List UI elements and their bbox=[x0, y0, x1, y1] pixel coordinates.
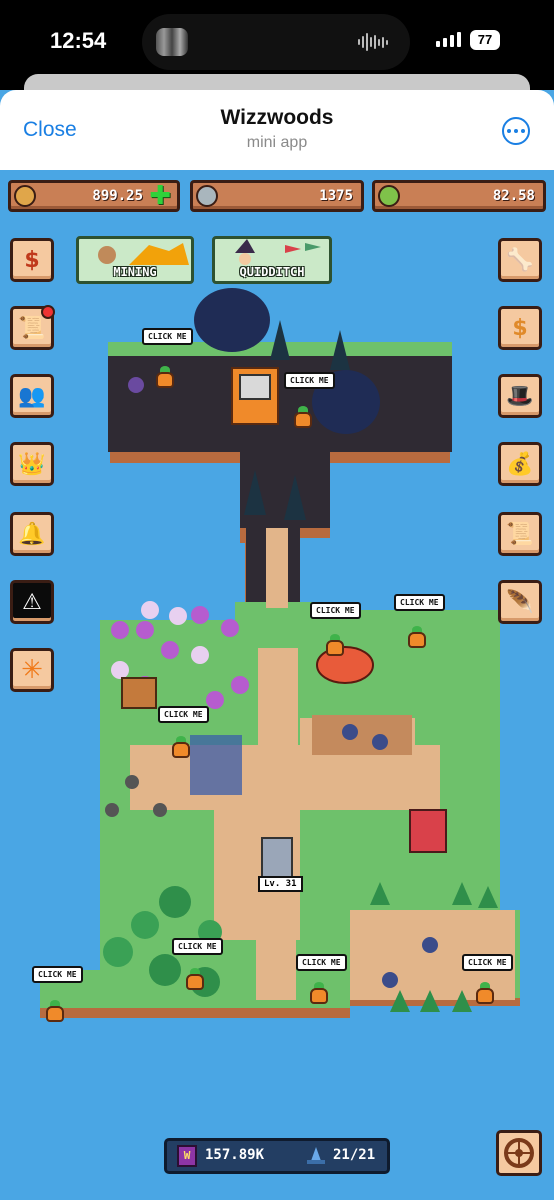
bells-gift-button[interactable]: 🔔 bbox=[10, 512, 54, 556]
game-view: 899.25 ✚ 1375 82.58 MINING QUIDDITCH $ 📜… bbox=[0, 170, 554, 1200]
click-me-bubble[interactable]: CLICK ME bbox=[296, 954, 347, 971]
feather-icon: 🪶 bbox=[506, 589, 534, 615]
signal-icon bbox=[436, 32, 461, 47]
click-me-bubble[interactable]: CLICK ME bbox=[310, 602, 361, 619]
friends-icon: 👥 bbox=[18, 383, 46, 409]
gold-value: 899.25 bbox=[92, 188, 143, 204]
dollar-coin-icon: $ bbox=[512, 315, 528, 341]
bone-icon: 🦴 bbox=[506, 247, 534, 273]
gold-resource: 899.25 ✚ bbox=[8, 180, 180, 212]
feather-button[interactable]: 🪶 bbox=[498, 580, 542, 624]
dollar-button[interactable]: $ bbox=[498, 306, 542, 350]
quidditch-button[interactable]: QUIDDITCH bbox=[212, 236, 332, 284]
mining-button[interactable]: MINING bbox=[76, 236, 194, 284]
spellbook-value: 157.89K bbox=[205, 1147, 265, 1163]
warning-button[interactable]: ⚠ bbox=[10, 580, 54, 624]
island-map[interactable] bbox=[0, 170, 554, 1200]
notification-dot bbox=[41, 305, 55, 319]
shop-cart-icon: $ bbox=[24, 247, 40, 273]
orange-star-button[interactable]: ✳ bbox=[10, 648, 54, 692]
bottom-stats-bar: W 157.89K 21/21 bbox=[164, 1138, 390, 1174]
green-coin-icon bbox=[378, 185, 400, 207]
orange-critter[interactable] bbox=[308, 982, 330, 1006]
wizard-hat-icon bbox=[307, 1147, 325, 1164]
click-me-bubble[interactable]: CLICK ME bbox=[142, 328, 193, 345]
clock: 12:54 bbox=[50, 28, 107, 53]
app-title: Wizzwoods bbox=[220, 106, 334, 129]
orange-critter[interactable] bbox=[44, 1000, 66, 1024]
spellbook-icon: W bbox=[177, 1145, 197, 1167]
crown-icon: 👑 bbox=[18, 451, 46, 477]
green-resource: 82.58 bbox=[372, 180, 546, 212]
map-scroll-icon: 📜 bbox=[506, 521, 534, 547]
orange-critter[interactable] bbox=[184, 968, 206, 992]
wizard-hat-icon: 🎩 bbox=[506, 383, 534, 409]
orange-star-icon: ✳ bbox=[21, 655, 43, 685]
warning-triangle-icon: ⚠ bbox=[22, 589, 42, 615]
mining-label: MINING bbox=[113, 265, 157, 279]
battery-indicator: 77 bbox=[470, 30, 500, 50]
settings-wheel-button[interactable] bbox=[496, 1130, 542, 1176]
click-me-bubble[interactable]: CLICK ME bbox=[172, 938, 223, 955]
more-options-button[interactable] bbox=[502, 117, 530, 145]
click-me-bubble[interactable]: CLICK ME bbox=[462, 954, 513, 971]
shop-cart-button[interactable]: $ bbox=[10, 238, 54, 282]
orange-critter[interactable] bbox=[474, 982, 496, 1006]
friends-button[interactable]: 👥 bbox=[10, 374, 54, 418]
statue-level-label[interactable]: Lv. 31 bbox=[258, 876, 303, 892]
hat-count-value: 21/21 bbox=[333, 1147, 376, 1163]
orange-critter[interactable] bbox=[324, 634, 346, 658]
silver-resource: 1375 bbox=[190, 180, 364, 212]
now-playing-thumbnail bbox=[156, 28, 188, 56]
wizard-hat-button[interactable]: 🎩 bbox=[498, 374, 542, 418]
map-scroll-button[interactable]: 📜 bbox=[498, 512, 542, 556]
orange-critter[interactable] bbox=[154, 366, 176, 390]
audio-waveform-icon bbox=[358, 32, 388, 52]
loot-bag-icon: 💰 bbox=[506, 451, 534, 477]
bone-button[interactable]: 🦴 bbox=[498, 238, 542, 282]
mini-app-header: Close Wizzwoods mini app bbox=[0, 90, 554, 170]
bells-gift-icon: 🔔 bbox=[18, 521, 46, 547]
crown-button[interactable]: 👑 bbox=[10, 442, 54, 486]
click-me-bubble[interactable]: CLICK ME bbox=[32, 966, 83, 983]
green-value: 82.58 bbox=[492, 188, 535, 204]
quidditch-label: QUIDDITCH bbox=[239, 265, 305, 279]
silver-coin-icon bbox=[196, 185, 218, 207]
orange-critter[interactable] bbox=[170, 736, 192, 760]
quest-scroll-button[interactable]: 📜 bbox=[10, 305, 55, 350]
gold-coin-icon bbox=[14, 185, 36, 207]
add-gold-button[interactable]: ✚ bbox=[149, 183, 171, 209]
click-me-bubble[interactable]: CLICK ME bbox=[394, 594, 445, 611]
loot-bag-button[interactable]: 💰 bbox=[498, 442, 542, 486]
dynamic-island bbox=[142, 14, 410, 70]
orange-critter[interactable] bbox=[406, 626, 428, 650]
app-subtitle: mini app bbox=[246, 134, 308, 151]
click-me-bubble[interactable]: CLICK ME bbox=[158, 706, 209, 723]
scroll-quest-icon: 📜 bbox=[18, 315, 46, 341]
silver-value: 1375 bbox=[319, 188, 353, 204]
wheel-icon bbox=[504, 1138, 534, 1168]
click-me-bubble[interactable]: CLICK ME bbox=[284, 372, 335, 389]
orange-critter[interactable] bbox=[292, 406, 314, 430]
